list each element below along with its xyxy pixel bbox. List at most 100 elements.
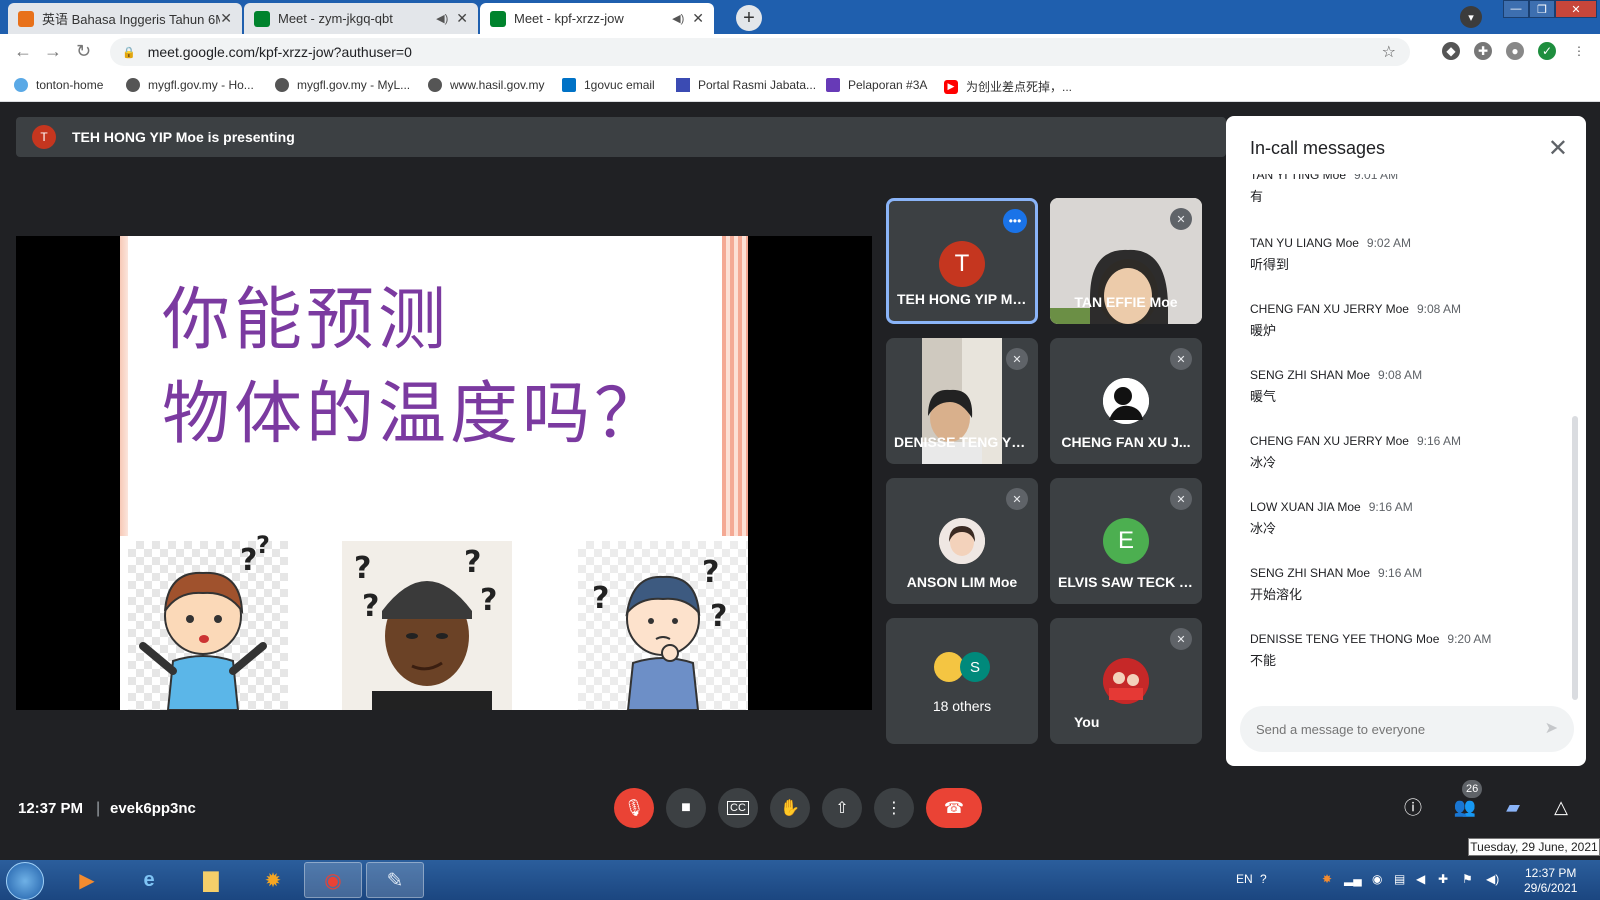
speaker-icon[interactable]: ◀) [436, 12, 448, 25]
tray-app-icon[interactable]: ✸ [1322, 872, 1332, 886]
close-icon[interactable]: ✕ [456, 10, 468, 27]
help-icon[interactable]: ? [1260, 872, 1267, 886]
back-icon[interactable]: ← [14, 41, 32, 62]
windows-start-button[interactable] [6, 862, 44, 900]
reload-icon[interactable]: ↻ [76, 41, 91, 62]
presentation-stage[interactable]: 你能预测 物体的温度吗？ ? ? ? ? ? ? ? ? ? [16, 236, 872, 710]
speaker-icon[interactable]: ◀) [672, 12, 684, 25]
taskbar-clock[interactable]: 12:37 PM 29/6/2021 [1524, 866, 1577, 896]
windows-taskbar: ▶ e ▇ ✹ ◉ ✎ EN ? ✸ ▂▄ ◉ ▤ ◀ ✚ ⚑ ◀) 12:37… [0, 860, 1600, 900]
participant-name: ELVIS SAW TECK Y... [1058, 574, 1199, 590]
participant-name: 18 others [932, 698, 992, 714]
participant-tile-anson-lim[interactable]: ✕ ANSON LIM Moe [886, 478, 1038, 604]
close-icon[interactable]: ✕ [1548, 134, 1568, 163]
more-options-button[interactable]: ⋮ [874, 788, 914, 828]
youtube-icon: ▶ [944, 79, 958, 94]
forward-icon[interactable]: → [44, 41, 62, 62]
more-options-icon[interactable]: ••• [1003, 209, 1027, 233]
participant-name: ANSON LIM Moe [906, 574, 1018, 590]
participant-tile-elvis-saw[interactable]: E ✕ ELVIS SAW TECK Y... [1050, 478, 1202, 604]
close-icon[interactable]: ✕ [220, 10, 232, 27]
tray-chrome-icon[interactable]: ◉ [1372, 872, 1382, 886]
captions-button[interactable]: CC [718, 788, 758, 828]
close-icon[interactable]: ✕ [692, 10, 704, 27]
tray-speaker-icon[interactable]: ◀ [1416, 872, 1425, 886]
camera-toggle-button[interactable]: ■ [666, 788, 706, 828]
confused-boy-illustration: ? ? [128, 531, 288, 710]
volume-icon[interactable]: ◀) [1486, 872, 1499, 886]
bookmark-item[interactable]: mygfl.gov.my - MyL... [275, 78, 410, 92]
security-check-icon[interactable]: ✓ [1538, 42, 1556, 60]
participant-tile-you[interactable]: ✕ You [1050, 618, 1202, 744]
message-list[interactable]: TAN YI TING Moe 9:01 AM 有 TAN YU LIANG Mo… [1250, 174, 1560, 684]
tab-meet-zym[interactable]: Meet - zym-jkgq-qbt ◀) ✕ [244, 3, 478, 34]
language-indicator[interactable]: EN [1236, 872, 1253, 886]
bookmark-item[interactable]: 1govuc email [562, 78, 655, 92]
tab-search-icon[interactable]: ▾ [1460, 6, 1482, 28]
new-tab-button[interactable]: + [736, 5, 762, 31]
extension-shield-icon[interactable]: ◆ [1442, 42, 1460, 60]
internet-explorer-icon: e [143, 868, 155, 891]
bookmark-label: mygfl.gov.my - Ho... [148, 78, 254, 92]
tab-title: Meet - kpf-xrzz-jow [514, 11, 624, 26]
participant-name: DENISSE TENG YE... [894, 434, 1033, 450]
bookmark-item[interactable]: ▶ 为创业差点死掉，... [944, 78, 1072, 95]
participant-tile-denisse-teng[interactable]: ✕ DENISSE TENG YE... [886, 338, 1038, 464]
slide-decoration [722, 236, 748, 536]
network-icon[interactable]: ▤ [1394, 872, 1405, 886]
photo-avatar-image [939, 518, 985, 564]
minimize-button[interactable]: — [1503, 0, 1529, 18]
profile-icon[interactable]: ● [1506, 42, 1524, 60]
list-item: CHENG FAN XU JERRY Moe 9:16 AM 冰冷 [1250, 434, 1560, 471]
extensions-puzzle-icon[interactable]: ✚ [1474, 42, 1492, 60]
present-screen-button[interactable]: ⇧ [822, 788, 862, 828]
participant-tile-cheng-fan-xu[interactable]: ✕ CHENG FAN XU J... [1050, 338, 1202, 464]
tab-meet-kpf[interactable]: Meet - kpf-xrzz-jow ◀) ✕ [480, 3, 714, 34]
close-window-button[interactable]: ✕ [1555, 0, 1597, 18]
menu-kebab-icon[interactable]: ⋮ [1570, 42, 1588, 60]
taskbar-paint[interactable]: ✎ [366, 862, 424, 898]
taskbar-file-explorer[interactable]: ▇ [182, 862, 240, 898]
meeting-details-button[interactable]: ⓘ [1398, 792, 1428, 822]
url-omnibox[interactable]: 🔒 meet.google.com/kpf-xrzz-jow?authuser=… [110, 38, 1410, 66]
lock-icon[interactable]: 🔒 [122, 46, 136, 59]
presenting-banner: T TEH HONG YIP Moe is presenting [16, 117, 1226, 157]
tab-title: Meet - zym-jkgq-qbt [278, 11, 393, 26]
more-vert-icon: ⋮ [886, 800, 902, 817]
chat-button[interactable]: ▰ [1498, 792, 1528, 822]
bookmark-item[interactable]: www.hasil.gov.my [428, 78, 544, 92]
participant-tile-teh-hong-yip[interactable]: ••• T TEH HONG YIP Moe [886, 198, 1038, 324]
meet-icon [490, 10, 506, 27]
signal-icon[interactable]: ▂▄ [1344, 872, 1362, 886]
bookmark-item[interactable]: Pelaporan #3A [826, 78, 927, 92]
message-compose[interactable]: ➤ [1240, 706, 1574, 752]
bookmark-star-icon[interactable]: ☆ [1382, 42, 1396, 62]
taskbar-media-player[interactable]: ▶ [58, 862, 116, 898]
bookmark-item[interactable]: Portal Rasmi Jabata... [676, 78, 816, 92]
flag-icon[interactable]: ⚑ [1462, 872, 1473, 886]
message-scrollbar[interactable] [1572, 416, 1578, 700]
participant-tile-tan-effie[interactable]: ✕ TAN EFFIE Moe [1050, 198, 1202, 324]
taskbar-chrome[interactable]: ◉ [304, 862, 362, 898]
present-screen-icon: ⇧ [835, 800, 849, 817]
meeting-code: evek6pp3nc [110, 800, 196, 817]
participant-tile-others[interactable]: S 18 others [886, 618, 1038, 744]
mic-toggle-button[interactable]: 🎙 [614, 788, 654, 828]
tab-bahasa-inggeris[interactable]: 英语 Bahasa Inggeris Tahun 6M ✕ [8, 3, 242, 34]
leave-call-button[interactable]: ☎ [926, 788, 982, 828]
panel-title: In-call messages [1250, 138, 1386, 158]
bookmark-item[interactable]: mygfl.gov.my - Ho... [126, 78, 254, 92]
activities-button[interactable]: △ [1546, 792, 1576, 822]
send-icon[interactable]: ➤ [1545, 718, 1558, 738]
address-bar: ← → ↻ 🔒 meet.google.com/kpf-xrzz-jow?aut… [0, 34, 1600, 70]
portal-triangle-icon [676, 78, 690, 92]
taskbar-app[interactable]: ✹ [244, 862, 302, 898]
message-time: 9:16 AM [1368, 500, 1413, 514]
tray-app-icon[interactable]: ✚ [1438, 872, 1448, 886]
bookmark-item[interactable]: tonton-home [14, 78, 103, 92]
participant-name: TEH HONG YIP Moe [897, 291, 1029, 307]
message-input[interactable] [1256, 721, 1526, 737]
raise-hand-button[interactable]: ✋ [770, 788, 810, 828]
taskbar-internet-explorer[interactable]: e [120, 862, 178, 898]
restore-button[interactable]: ❐ [1529, 0, 1555, 18]
